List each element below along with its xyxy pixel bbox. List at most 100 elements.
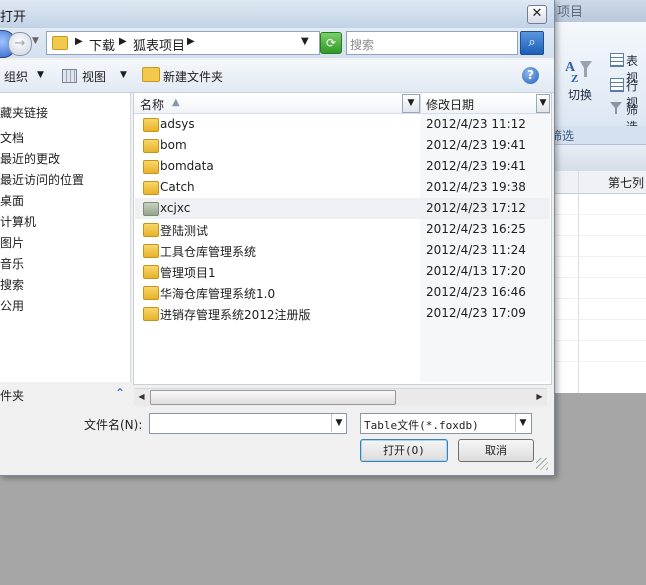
- folder-icon: [143, 139, 159, 153]
- list-item[interactable]: adsys 2012/4/23 11:12: [135, 114, 549, 135]
- chevron-up-icon[interactable]: ⌃: [115, 386, 125, 400]
- organize-button[interactable]: 组织: [4, 68, 28, 85]
- grid-row-line: [554, 298, 646, 299]
- folder-icon: [52, 36, 68, 50]
- view-icon: [62, 69, 77, 83]
- search-button[interactable]: ⌕: [520, 31, 544, 55]
- folder-icon: [143, 160, 159, 174]
- forward-button[interactable]: →: [8, 32, 32, 56]
- open-button[interactable]: 打开(O): [360, 439, 448, 462]
- switch-icon: AZ: [563, 55, 593, 85]
- modified-column-header[interactable]: 修改日期: [426, 96, 474, 113]
- file-name: bomdata: [160, 159, 214, 173]
- row-view-icon: [610, 78, 624, 92]
- scrollbar-thumb[interactable]: [150, 390, 396, 405]
- search-icon: ⌕: [528, 35, 536, 50]
- background-empty-area: [554, 393, 646, 585]
- table-view-icon: [610, 53, 624, 67]
- background-app-titlebar: 项目: [554, 0, 646, 22]
- grid-row-line: [554, 235, 646, 236]
- resize-grip[interactable]: [536, 458, 548, 470]
- file-date: 2012/4/23 17:09: [426, 306, 526, 320]
- list-item[interactable]: bom 2012/4/23 19:41: [135, 135, 549, 156]
- file-name: 工具仓库管理系统: [160, 245, 257, 259]
- dialog-titlebar[interactable]: [0, 0, 554, 28]
- organize-dropdown-icon[interactable]: ▼: [37, 70, 44, 80]
- filename-label: 文件名(N):: [84, 418, 143, 432]
- search-input[interactable]: 搜索: [346, 31, 518, 55]
- breadcrumb-separator-icon[interactable]: ▶: [187, 36, 195, 47]
- list-item[interactable]: 管理项目1 2012/4/13 17:20: [135, 261, 549, 282]
- list-item[interactable]: 进销存管理系统2012注册版 2012/4/23 17:09: [135, 303, 549, 324]
- file-date: 2012/4/23 17:12: [426, 201, 526, 215]
- list-item[interactable]: 工具仓库管理系统 2012/4/23 11:24: [135, 240, 549, 261]
- nav-item-recent-places[interactable]: 最近访问的位置: [0, 171, 84, 188]
- folder-icon: [143, 223, 159, 237]
- filename-input[interactable]: [149, 413, 347, 434]
- file-name: 登陆测试: [160, 224, 209, 238]
- filename-dropdown-icon[interactable]: ▼: [331, 414, 346, 432]
- breadcrumb-current-folder[interactable]: 狐表项目: [133, 35, 185, 54]
- breadcrumb-separator-icon[interactable]: ▶: [75, 36, 83, 47]
- grid-column-separator: [578, 171, 579, 393]
- scroll-right-icon[interactable]: ▶: [532, 389, 547, 404]
- nav-item-desktop[interactable]: 桌面: [0, 192, 24, 209]
- scroll-left-icon[interactable]: ◀: [134, 389, 149, 404]
- nav-item-searches[interactable]: 搜索: [0, 276, 24, 293]
- nav-item-pictures[interactable]: 图片: [0, 234, 24, 251]
- nav-item-documents[interactable]: 文档: [0, 129, 24, 146]
- list-item[interactable]: 登陆测试 2012/4/23 16:25: [135, 219, 549, 240]
- nav-item-public[interactable]: 公用: [0, 297, 24, 314]
- folders-label[interactable]: 件夹: [0, 387, 24, 404]
- svg-text:Z: Z: [571, 73, 578, 85]
- folder-icon: [143, 307, 159, 321]
- modified-column-filter-button[interactable]: ▼: [536, 94, 550, 113]
- list-item[interactable]: 华海仓库管理系统1.0 2012/4/23 16:46: [135, 282, 549, 303]
- new-folder-icon: [142, 67, 160, 82]
- file-name: 进销存管理系统2012注册版: [160, 308, 311, 322]
- filetype-select[interactable]: Table文件(*.foxdb): [360, 413, 532, 434]
- name-column-header[interactable]: 名称: [140, 96, 164, 113]
- file-date: 2012/4/13 17:20: [426, 264, 526, 278]
- column-divider[interactable]: [420, 94, 421, 113]
- grid-row-line: [554, 361, 646, 362]
- grid-row-line: [554, 256, 646, 257]
- name-column-filter-button[interactable]: ▼: [402, 94, 420, 113]
- cancel-button[interactable]: 取消: [458, 439, 534, 462]
- search-placeholder: 搜索: [350, 38, 375, 52]
- nav-item-music[interactable]: 音乐: [0, 255, 24, 272]
- refresh-icon: ⟳: [325, 36, 337, 50]
- folder-icon: [143, 118, 159, 132]
- breadcrumb-separator-icon[interactable]: ▶: [119, 36, 127, 47]
- list-item[interactable]: Catch 2012/4/23 19:38: [135, 177, 549, 198]
- grid-row-line: [554, 277, 646, 278]
- file-date: 2012/4/23 19:38: [426, 180, 526, 194]
- list-item-hovered[interactable]: xcjxc 2012/4/23 17:12: [135, 198, 549, 219]
- file-date: 2012/4/23 19:41: [426, 138, 526, 152]
- address-dropdown-icon[interactable]: ▼: [301, 36, 309, 47]
- breadcrumb-downloads[interactable]: 下载: [89, 35, 115, 54]
- nav-item-favorite-links[interactable]: 藏夹链接: [0, 104, 48, 121]
- nav-item-recent-changes[interactable]: 最近的更改: [0, 150, 60, 167]
- switch-button[interactable]: 切换: [568, 86, 592, 103]
- recent-pages-dropdown-icon[interactable]: ▼: [32, 36, 39, 46]
- list-item[interactable]: bomdata 2012/4/23 19:41: [135, 156, 549, 177]
- file-name: 华海仓库管理系统1.0: [160, 287, 276, 301]
- grid-column-header: 第七列: [554, 171, 646, 194]
- help-icon[interactable]: ?: [522, 67, 539, 84]
- file-date: 2012/4/23 16:25: [426, 222, 526, 236]
- file-date: 2012/4/23 16:46: [426, 285, 526, 299]
- folder-icon: [143, 181, 159, 195]
- address-bar[interactable]: ▶ 下载 ▶ 狐表项目 ▶ ▼: [46, 31, 320, 55]
- file-name: bom: [160, 138, 187, 152]
- new-folder-button[interactable]: 新建文件夹: [163, 68, 223, 85]
- close-button[interactable]: ✕: [527, 5, 547, 24]
- view-dropdown-icon[interactable]: ▼: [120, 70, 127, 80]
- refresh-button[interactable]: ⟳: [320, 32, 342, 54]
- column-header-label[interactable]: 第七列: [608, 174, 644, 191]
- filetype-dropdown-icon[interactable]: ▼: [515, 414, 530, 432]
- sort-ascending-icon: ▲: [172, 97, 180, 108]
- nav-item-computer[interactable]: 计算机: [0, 213, 36, 230]
- view-button[interactable]: 视图: [82, 68, 106, 85]
- background-app-title: 项目: [557, 5, 584, 20]
